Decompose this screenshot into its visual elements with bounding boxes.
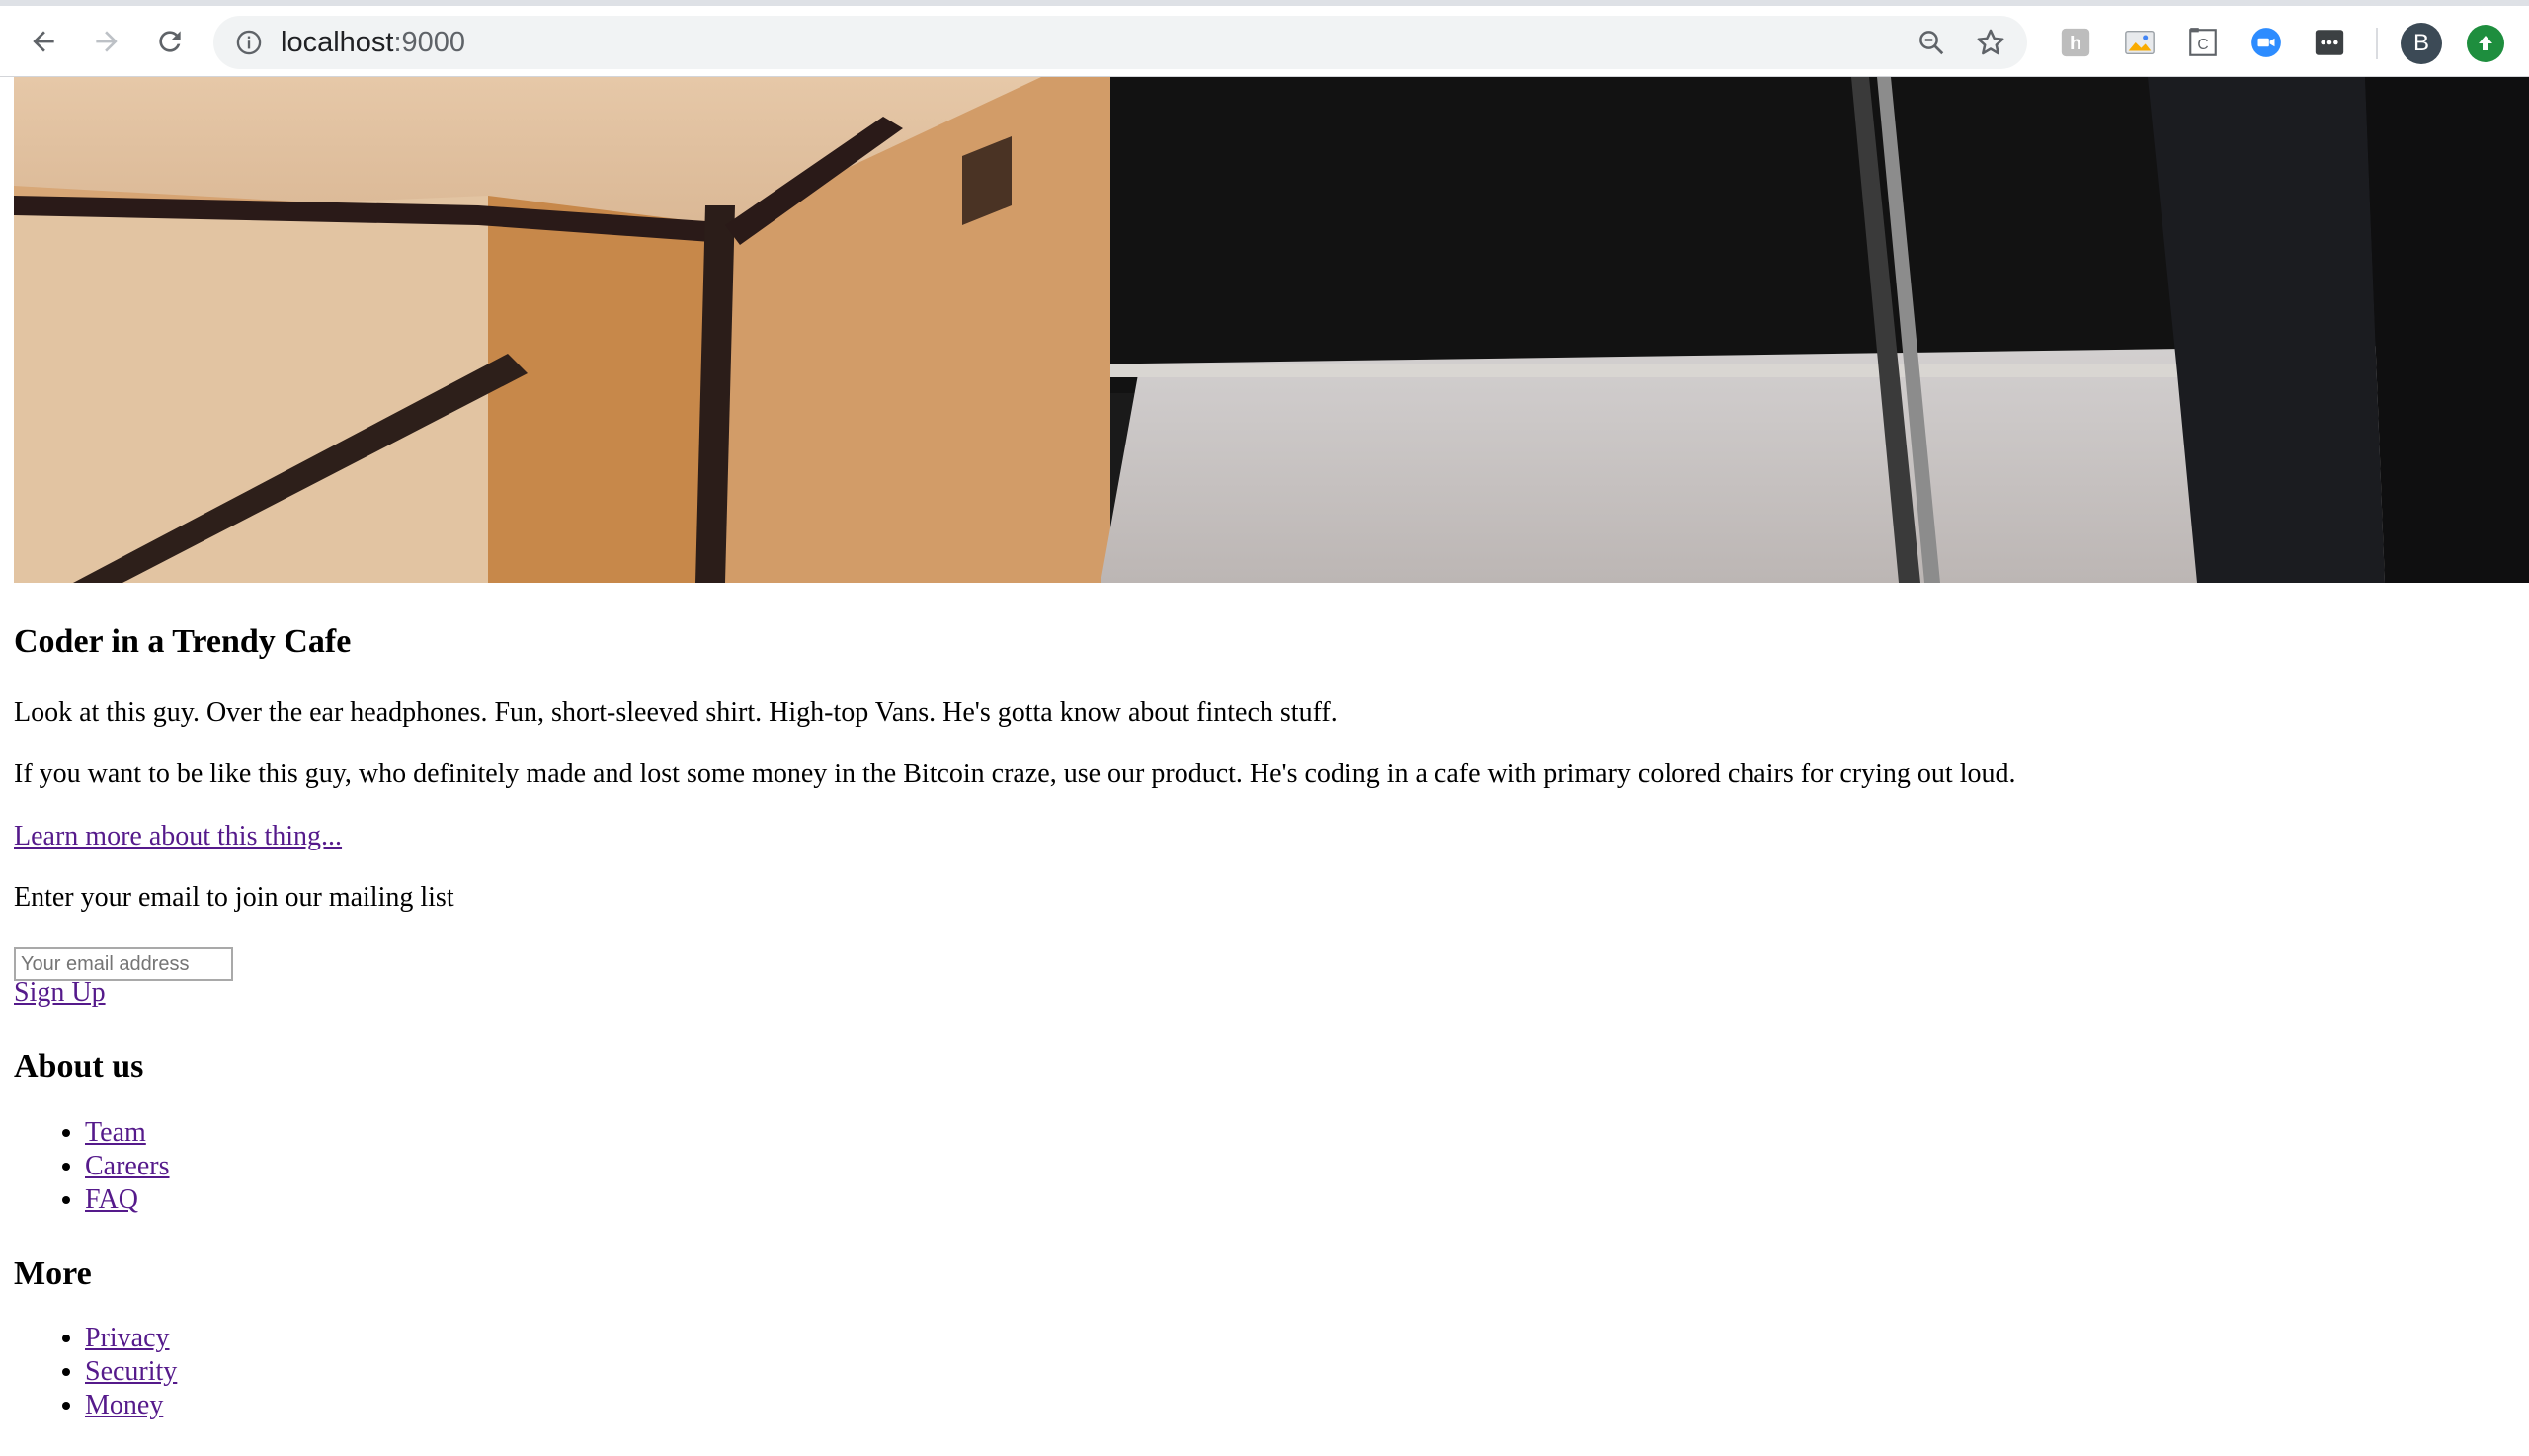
privacy-link[interactable]: Privacy — [85, 1323, 170, 1353]
article-paragraph-2: If you want to be like this guy, who def… — [14, 759, 2016, 789]
reload-button[interactable] — [148, 20, 192, 63]
mailing-list-prompt: Enter your email to join our mailing lis… — [14, 882, 454, 913]
cafe-photo — [14, 77, 2529, 583]
image-extension-icon[interactable] — [2122, 25, 2158, 60]
security-link[interactable]: Security — [85, 1356, 177, 1387]
bookmark-star-icon[interactable] — [1974, 26, 2007, 59]
article-paragraph-1: Look at this guy. Over the ear headphone… — [14, 697, 1338, 728]
learn-more-link[interactable]: Learn more about this thing... — [14, 820, 342, 853]
url-port: :9000 — [393, 27, 466, 58]
article-title: Coder in a Trendy Cafe — [14, 623, 352, 660]
about-us-heading: About us — [14, 1048, 144, 1085]
toolbar-separator — [2376, 28, 2378, 59]
svg-text:h: h — [2070, 33, 2081, 54]
reload-icon — [159, 31, 181, 52]
list-item: Privacy — [85, 1322, 607, 1355]
update-arrow-icon[interactable] — [2467, 25, 2504, 62]
about-us-list: Team Careers FAQ — [14, 1116, 607, 1217]
url-text[interactable]: localhost:9000 — [281, 27, 465, 59]
faq-link[interactable]: FAQ — [85, 1184, 138, 1215]
profile-avatar[interactable]: B — [2401, 23, 2442, 64]
list-item: Team — [85, 1116, 607, 1150]
c-extension-icon[interactable]: C — [2185, 25, 2221, 60]
svg-text:C: C — [2197, 37, 2208, 53]
zoom-icon[interactable] — [2248, 25, 2284, 60]
forward-button[interactable] — [85, 20, 128, 63]
sign-up-button[interactable]: Sign Up — [14, 976, 106, 1010]
url-host: localhost — [281, 27, 394, 58]
zoom-out-icon[interactable] — [1917, 28, 1946, 57]
list-item: Money — [85, 1389, 607, 1422]
more-heading: More — [14, 1255, 92, 1292]
money-link[interactable]: Money — [85, 1390, 163, 1420]
address-bar[interactable]: localhost:9000 — [213, 16, 2027, 69]
hypothesis-icon[interactable]: h — [2058, 25, 2093, 60]
more-options-icon[interactable] — [2312, 25, 2347, 60]
back-arrow-icon — [33, 31, 54, 52]
list-item: Careers — [85, 1150, 607, 1183]
more-list: Privacy Security Money — [14, 1322, 607, 1422]
careers-link[interactable]: Careers — [85, 1151, 170, 1181]
back-button[interactable] — [22, 20, 65, 63]
team-link[interactable]: Team — [85, 1117, 146, 1148]
info-icon[interactable] — [235, 29, 263, 56]
list-item: Security — [85, 1355, 607, 1389]
browser-toolbar: localhost:9000 h C B — [0, 6, 2529, 77]
forward-arrow-icon — [96, 31, 118, 52]
hero-image — [14, 77, 2529, 583]
list-item: FAQ — [85, 1183, 607, 1217]
